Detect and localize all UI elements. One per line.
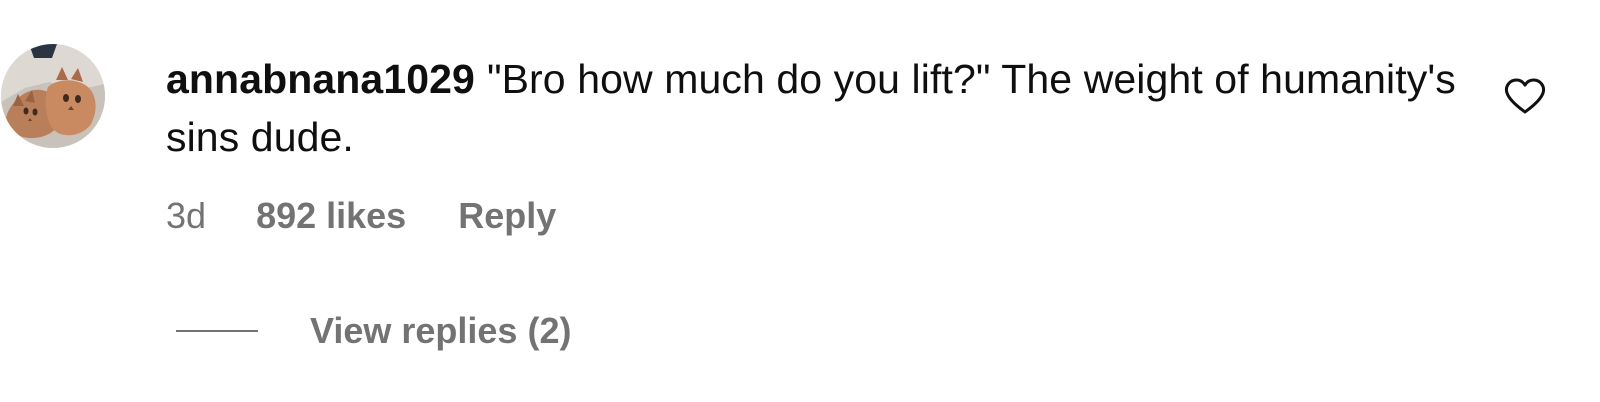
view-replies-label: View replies (2): [310, 310, 572, 351]
comment-item: annabnana1029 "Bro how much do you lift?"…: [0, 0, 1600, 402]
comment-content: annabnana1029 "Bro how much do you lift?"…: [166, 50, 1466, 166]
heart-outline-icon: [1504, 78, 1546, 114]
comment-time: 3d: [166, 195, 207, 236]
comment-username[interactable]: annabnana1029: [166, 56, 475, 102]
reply-button[interactable]: Reply: [458, 194, 556, 238]
replies-divider: [176, 330, 258, 332]
avatar[interactable]: [1, 44, 105, 148]
comment-meta: 3d 892 likes Reply: [166, 194, 556, 238]
view-replies-button[interactable]: View replies (2): [176, 308, 571, 354]
comment-likes[interactable]: 892 likes: [256, 194, 406, 238]
like-button[interactable]: [1503, 76, 1547, 116]
